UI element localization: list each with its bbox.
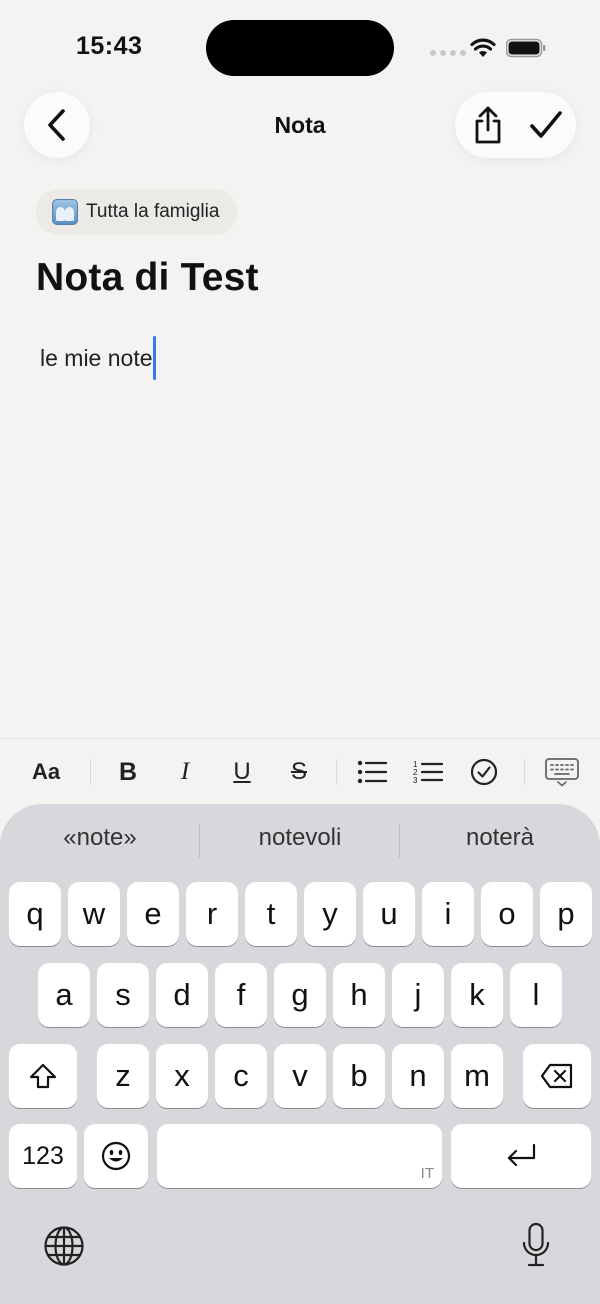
- audience-label: Tutta la famiglia: [86, 201, 220, 222]
- cellular-signal-icon: [430, 50, 466, 56]
- audience-chip[interactable]: Tutta la famiglia: [36, 189, 238, 235]
- key-y[interactable]: y: [304, 882, 356, 946]
- return-icon: [507, 1143, 536, 1167]
- key-q[interactable]: q: [9, 882, 61, 946]
- checkmark-circle-icon: [470, 758, 498, 786]
- key-f[interactable]: f: [215, 963, 267, 1027]
- status-time: 15:43: [76, 32, 143, 60]
- bold-button[interactable]: B: [106, 749, 150, 795]
- navigation-bar: Nota: [0, 92, 600, 162]
- suggestion-bar: «note» notevoli noterà: [0, 804, 600, 880]
- wifi-icon: [470, 38, 496, 57]
- italic-button[interactable]: I: [163, 749, 207, 795]
- toolbar-divider: [336, 759, 337, 785]
- emoji-icon: [101, 1141, 131, 1171]
- dismiss-keyboard-button[interactable]: [540, 749, 584, 795]
- key-m[interactable]: m: [451, 1044, 503, 1108]
- key-j[interactable]: j: [392, 963, 444, 1027]
- toolbar-divider: [90, 759, 91, 785]
- key-w[interactable]: w: [68, 882, 120, 946]
- key-t[interactable]: t: [245, 882, 297, 946]
- nav-actions-group: [455, 92, 576, 158]
- checklist-button[interactable]: [462, 749, 506, 795]
- globe-icon: [44, 1226, 84, 1266]
- language-switch-button[interactable]: [40, 1222, 88, 1270]
- shift-key[interactable]: [9, 1044, 77, 1108]
- keyboard-dismiss-icon: [545, 758, 579, 787]
- note-body-text: le mie note: [40, 344, 153, 371]
- bulleted-list-icon: [357, 760, 387, 784]
- key-n[interactable]: n: [392, 1044, 444, 1108]
- numbered-list-button[interactable]: 1 2 3: [406, 749, 450, 795]
- key-z[interactable]: z: [97, 1044, 149, 1108]
- done-button[interactable]: [521, 100, 571, 150]
- bulleted-list-button[interactable]: [350, 749, 394, 795]
- return-key[interactable]: [451, 1124, 591, 1188]
- key-x[interactable]: x: [156, 1044, 208, 1108]
- note-title[interactable]: Nota di Test: [36, 256, 259, 300]
- key-r[interactable]: r: [186, 882, 238, 946]
- key-v[interactable]: v: [274, 1044, 326, 1108]
- suggestion-3[interactable]: noterà: [400, 824, 600, 852]
- text-style-button[interactable]: Aa: [22, 749, 70, 795]
- note-body-editor[interactable]: le mie note: [40, 336, 156, 380]
- family-icon: [52, 199, 78, 225]
- delete-key[interactable]: [523, 1044, 591, 1108]
- key-k[interactable]: k: [451, 963, 503, 1027]
- dictation-button[interactable]: [514, 1220, 558, 1270]
- key-u[interactable]: u: [363, 882, 415, 946]
- key-g[interactable]: g: [274, 963, 326, 1027]
- space-language-label: IT: [420, 1165, 434, 1182]
- keyboard: «note» notevoli noterà q w e r t y u i o…: [0, 804, 600, 1304]
- delete-backspace-icon: [540, 1063, 573, 1089]
- key-l[interactable]: l: [510, 963, 562, 1027]
- key-e[interactable]: e: [127, 882, 179, 946]
- numbered-list-icon: 1 2 3: [413, 760, 443, 785]
- toolbar-divider: [524, 759, 525, 785]
- key-p[interactable]: p: [540, 882, 592, 946]
- key-b[interactable]: b: [333, 1044, 385, 1108]
- key-o[interactable]: o: [481, 882, 533, 946]
- strikethrough-button[interactable]: S: [277, 749, 321, 795]
- text-cursor: [152, 336, 156, 380]
- battery-icon: [506, 38, 546, 58]
- status-bar: 15:43: [0, 0, 600, 90]
- microphone-icon: [522, 1222, 550, 1267]
- numbers-key[interactable]: 123: [9, 1124, 77, 1188]
- key-a[interactable]: a: [38, 963, 90, 1027]
- checkmark-icon: [530, 111, 562, 138]
- share-button[interactable]: [463, 100, 513, 150]
- key-c[interactable]: c: [215, 1044, 267, 1108]
- svg-text:3: 3: [413, 776, 418, 785]
- key-h[interactable]: h: [333, 963, 385, 1027]
- format-toolbar: Aa B I U S 1 2 3: [0, 738, 600, 804]
- key-s[interactable]: s: [97, 963, 149, 1027]
- shift-icon: [29, 1063, 57, 1089]
- suggestion-2[interactable]: notevoli: [200, 824, 400, 852]
- share-icon: [475, 106, 501, 144]
- underline-button[interactable]: U: [220, 749, 264, 795]
- space-key[interactable]: IT: [157, 1124, 442, 1188]
- emoji-key[interactable]: [84, 1124, 148, 1188]
- suggestion-1[interactable]: «note»: [0, 824, 200, 852]
- key-i[interactable]: i: [422, 882, 474, 946]
- key-d[interactable]: d: [156, 963, 208, 1027]
- dynamic-island: [206, 20, 394, 76]
